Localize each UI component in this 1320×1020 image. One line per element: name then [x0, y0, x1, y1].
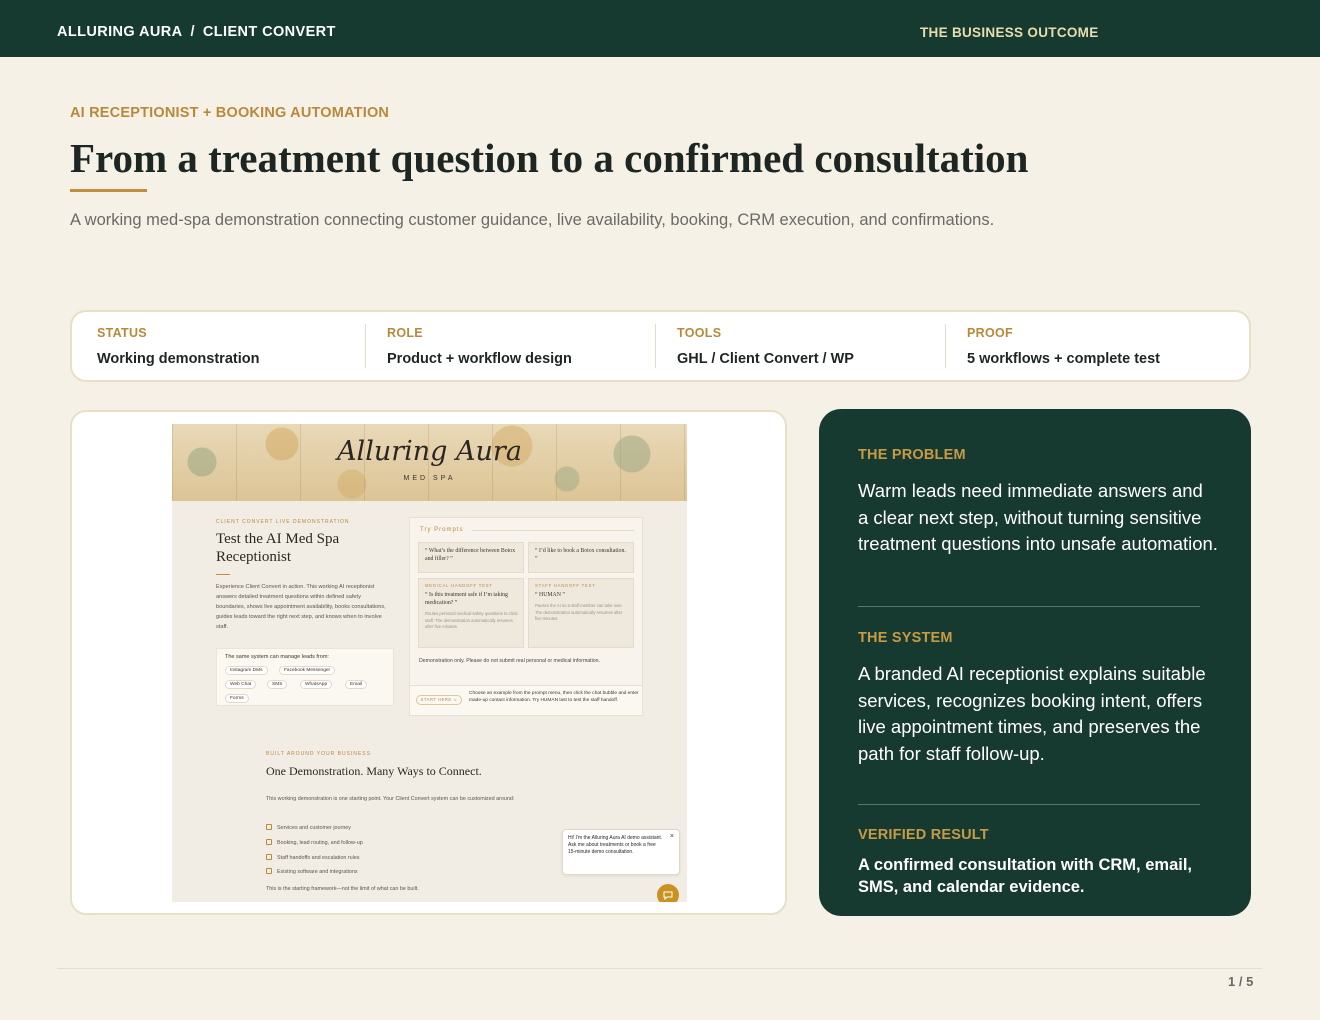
channel-chip: Email [345, 680, 367, 689]
meta-strip: STATUS Working demonstration ROLE Produc… [70, 310, 1251, 382]
meta-label: ROLE [387, 326, 423, 340]
integrations-icon [266, 868, 272, 874]
chat-launcher-button[interactable] [657, 884, 679, 902]
breadcrumb-separator: / [190, 24, 195, 40]
page-title: From a treatment question to a confirmed… [70, 135, 1029, 181]
meta-value: Working demonstration [97, 351, 260, 367]
channel-chip: Forms [225, 694, 249, 703]
system-text: A branded AI receptionist explains suita… [858, 663, 1206, 765]
start-here-box: START HERE ↘ Choose an example from the … [409, 685, 643, 716]
prompts-disclaimer: Demonstration only. Please do not submit… [419, 658, 600, 664]
prompt-text: “ What’s the difference between Botox an… [425, 548, 516, 562]
prompts-rule [472, 530, 634, 531]
meta-tools: TOOLS GHL / Client Convert / WP [677, 312, 937, 380]
channel-chip: Web Chat [225, 680, 257, 689]
try-prompts-panel: Try Prompts “ What’s the difference betw… [409, 517, 643, 707]
problem-text: Warm leads need immediate answers and a … [858, 480, 1218, 555]
prompt-text: “ Is this treatment safe if I’m taking m… [425, 592, 508, 606]
problem-label: THE PROBLEM [858, 447, 966, 463]
demo-intro: Experience Client Convert in action. Thi… [216, 584, 386, 630]
list-icon [266, 824, 272, 830]
prompts-heading: Try Prompts [420, 527, 464, 533]
prompt-card[interactable]: “ I’d like to book a Botox consultation.… [528, 542, 634, 573]
result-text: A confirmed consultation with CRM, email… [858, 856, 1192, 896]
prompt-kicker: STAFF HANDOFF TEST [535, 583, 596, 588]
page-subtitle: A working med-spa demonstration connecti… [70, 211, 995, 229]
user-icon [266, 854, 272, 860]
top-bar: ALLURING AURA / CLIENT CONVERT THE BUSINES… [0, 0, 1320, 57]
section-label: THE BUSINESS OUTCOME [920, 25, 1099, 40]
meta-label: STATUS [97, 326, 147, 340]
list-item: Services and customer journey [266, 824, 351, 831]
prompt-card[interactable]: “ What’s the difference between Botox an… [418, 542, 524, 573]
channel-chip: WhatsApp [300, 680, 333, 689]
prompt-card[interactable]: STAFF HANDOFF TEST “ HUMAN ” Pauses the … [528, 578, 634, 648]
list-item: Existing software and integrations [266, 868, 358, 875]
meta-value: 5 workflows + complete test [967, 351, 1160, 367]
channels-heading: The same system can manage leads from: [225, 654, 329, 660]
chat-icon [663, 891, 673, 901]
divider [858, 804, 1200, 805]
prompt-text: “ HUMAN ” [535, 592, 565, 598]
page-indicator: 1 / 5 [1228, 974, 1254, 989]
meta-label: PROOF [967, 326, 1013, 340]
chat-greeting-bubble[interactable]: Hi! I’m the Alluring Aura AI demo assist… [562, 829, 680, 875]
demo-screenshot-card: Alluring Aura MED SPA CLIENT CONVERT LIV… [70, 410, 787, 915]
channels-box: The same system can manage leads from: I… [216, 648, 394, 706]
prompt-fineprint: Routes personal medical-safety questions… [425, 611, 518, 629]
section-title: One Demonstration. Many Ways to Connect. [266, 764, 482, 778]
story-card: THE PROBLEM Warm leads need immediate an… [819, 409, 1251, 916]
channel-chip: Instagram DMs [225, 666, 268, 675]
divider [945, 324, 946, 368]
divider [858, 606, 1200, 607]
breadcrumb-product[interactable]: CLIENT CONVERT [203, 24, 336, 40]
list-item: Booking, lead routing, and follow-up [266, 839, 363, 846]
meta-value: Product + workflow design [387, 351, 572, 367]
start-here-text: Choose an example from the prompt menu, … [469, 691, 639, 703]
channel-chip: SMS [267, 680, 288, 689]
divider [365, 324, 366, 368]
footer-divider [57, 968, 1262, 969]
site-logo-sub: MED SPA [403, 475, 456, 482]
chat-greeting-text: Hi! I’m the Alluring Aura AI demo assist… [568, 835, 663, 855]
site-logo: Alluring Aura [337, 436, 522, 467]
result-label: VERIFIED RESULT [858, 827, 989, 843]
meta-role: ROLE Product + workflow design [387, 312, 647, 380]
prompt-text: “ I’d like to book a Botox consultation.… [535, 548, 626, 562]
section-footer: This is the starting framework—not the l… [266, 886, 419, 892]
system-label: THE SYSTEM [858, 630, 953, 646]
demo-title-rule [216, 574, 230, 575]
breadcrumb: ALLURING AURA / CLIENT CONVERT [57, 24, 336, 40]
meta-value: GHL / Client Convert / WP [677, 351, 854, 367]
list-item: Staff handoffs and escalation rules [266, 854, 360, 861]
section-kicker: BUILT AROUND YOUR BUSINESS [266, 751, 371, 757]
prompt-card[interactable]: MEDICAL HANDOFF TEST “ Is this treatment… [418, 578, 524, 648]
calendar-icon [266, 839, 272, 845]
prompt-kicker: MEDICAL HANDOFF TEST [425, 583, 493, 588]
breadcrumb-brand[interactable]: ALLURING AURA [57, 24, 182, 40]
prompt-fineprint: Pauses the AI so a staff member can take… [535, 603, 623, 621]
demo-site-screenshot: Alluring Aura MED SPA CLIENT CONVERT LIV… [172, 424, 687, 902]
start-here-pill[interactable]: START HERE ↘ [416, 695, 462, 705]
divider [655, 324, 656, 368]
demo-kicker: CLIENT CONVERT LIVE DEMONSTRATION [216, 519, 350, 525]
meta-label: TOOLS [677, 326, 722, 340]
channel-chip: Facebook Messenger [279, 666, 336, 675]
meta-proof: PROOF 5 workflows + complete test [967, 312, 1227, 380]
close-icon[interactable]: × [670, 833, 674, 840]
title-underline [70, 189, 147, 192]
demo-title: Test the AI Med Spa Receptionist [216, 531, 340, 565]
eyebrow: AI RECEPTIONIST + BOOKING AUTOMATION [70, 105, 390, 121]
meta-status: STATUS Working demonstration [97, 312, 357, 380]
section-body: This working demonstration is one starti… [266, 796, 515, 802]
